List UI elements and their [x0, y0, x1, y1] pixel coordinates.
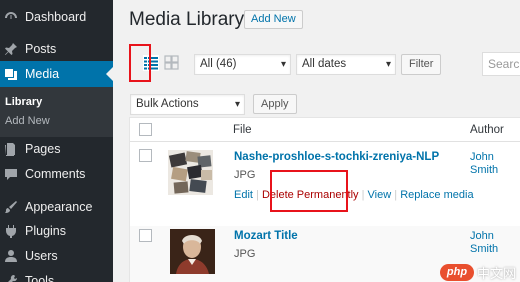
tools-icon — [4, 274, 18, 282]
sidebar-item-tools[interactable]: Tools — [0, 268, 113, 282]
sidebar-item-label: Plugins — [25, 224, 66, 238]
view-link[interactable]: View — [368, 189, 392, 201]
submenu-item-library[interactable]: Library — [5, 96, 42, 108]
sidebar-item-label: Pages — [25, 142, 61, 156]
column-header-file[interactable]: File — [233, 124, 252, 136]
author-link[interactable]: John Smith — [470, 151, 498, 177]
author-first-name: John — [470, 230, 494, 242]
date-filter-select[interactable]: All dates — [296, 54, 396, 75]
sidebar-item-label: Appearance — [25, 200, 93, 214]
media-submenu: Library Add New — [0, 87, 113, 137]
sidebar-item-media[interactable]: Media — [0, 61, 113, 87]
media-type-filter-select[interactable]: All (46) — [194, 54, 291, 75]
bulk-actions-select[interactable]: Bulk Actions — [130, 94, 245, 115]
add-new-button[interactable]: Add New — [244, 10, 303, 29]
media-thumbnail[interactable] — [168, 150, 213, 195]
sidebar-item-label: Media — [25, 67, 60, 81]
sidebar-item-label: Comments — [25, 167, 86, 181]
author-last-name: Smith — [470, 164, 499, 176]
view-mode-highlight-box — [129, 44, 151, 82]
sidebar-item-label: Tools — [25, 274, 55, 282]
users-icon — [4, 249, 18, 263]
comments-icon — [4, 167, 18, 181]
dashboard-icon — [4, 10, 18, 24]
filter-button[interactable]: Filter — [401, 54, 442, 75]
table-header: File Author — [130, 118, 520, 142]
replace-media-highlight-box — [270, 170, 348, 212]
watermark: php 中文网 — [440, 262, 520, 282]
search-input[interactable]: Search — [482, 52, 520, 76]
grid-view-icon[interactable] — [164, 55, 179, 70]
sidebar-item-comments[interactable]: Comments — [0, 161, 113, 187]
edit-link[interactable]: Edit — [234, 189, 253, 201]
sidebar-item-label: Posts — [25, 42, 57, 56]
author-link[interactable]: John Smith — [470, 230, 498, 256]
replace-media-link[interactable]: Replace media — [400, 189, 473, 201]
plugin-icon — [4, 224, 18, 238]
apply-button[interactable]: Apply — [253, 94, 297, 114]
select-all-checkbox[interactable] — [139, 123, 152, 136]
author-last-name: Smith — [470, 243, 499, 255]
sidebar-item-users[interactable]: Users — [0, 243, 113, 269]
row-checkbox[interactable] — [139, 149, 152, 162]
admin-sidebar: Dashboard Posts Media Library Add New Pa… — [0, 0, 113, 282]
media-title-link[interactable]: Mozart Title — [234, 230, 298, 242]
media-thumbnail[interactable] — [170, 229, 215, 274]
media-title-link[interactable]: Nashe-proshloe-s-tochki-zreniya-NLP — [234, 151, 439, 163]
main-content: Media Library Add New All (46) All dates… — [113, 0, 520, 282]
pages-icon — [4, 142, 18, 156]
sidebar-item-plugins[interactable]: Plugins — [0, 218, 113, 244]
media-file-type: JPG — [234, 248, 256, 260]
pin-icon — [4, 42, 18, 56]
sidebar-item-dashboard[interactable]: Dashboard — [0, 4, 113, 30]
page-title: Media Library — [129, 9, 245, 30]
submenu-item-add-new[interactable]: Add New — [5, 115, 50, 127]
column-header-author[interactable]: Author — [470, 124, 504, 136]
row-checkbox[interactable] — [139, 229, 152, 242]
sidebar-item-posts[interactable]: Posts — [0, 36, 113, 62]
sidebar-item-label: Dashboard — [25, 10, 87, 24]
brush-icon — [4, 200, 18, 214]
sidebar-item-label: Users — [25, 249, 58, 263]
watermark-text: 中文网 — [477, 265, 517, 281]
php-logo: php — [440, 263, 474, 281]
media-icon — [4, 67, 18, 81]
sidebar-item-pages[interactable]: Pages — [0, 136, 113, 162]
sidebar-item-appearance[interactable]: Appearance — [0, 194, 113, 220]
media-file-type: JPG — [234, 169, 256, 181]
author-first-name: John — [470, 151, 494, 163]
